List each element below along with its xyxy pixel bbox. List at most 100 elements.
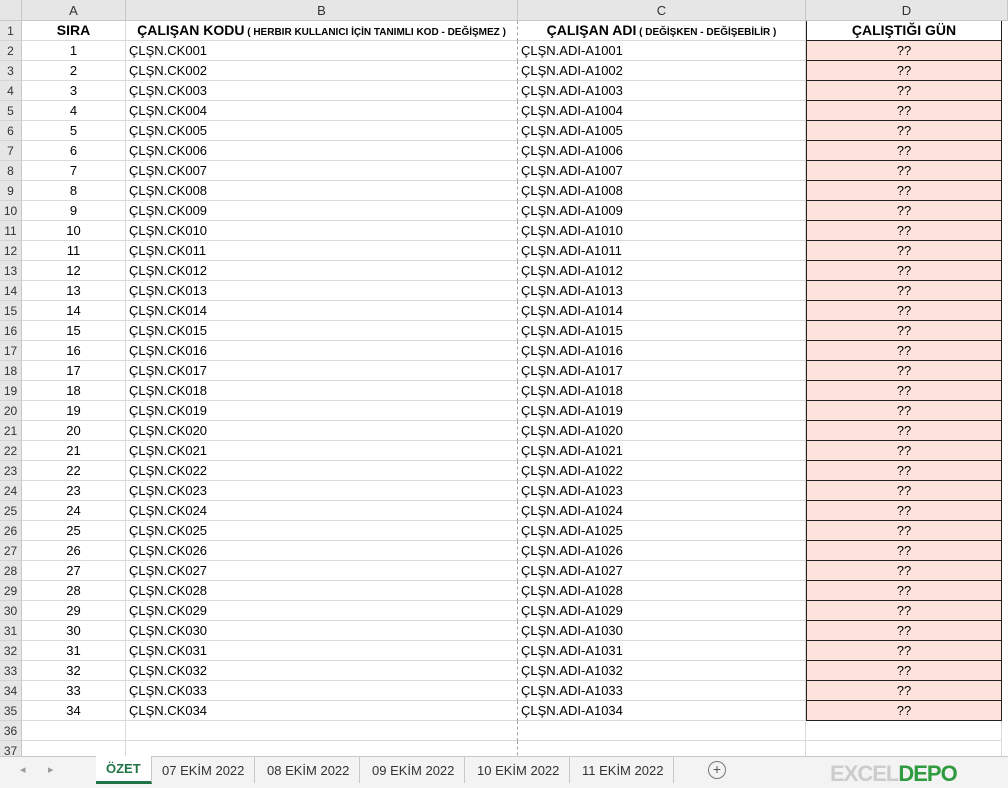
row-number[interactable]: 24 [0,481,22,501]
cell-sira[interactable]: 32 [22,661,126,681]
cell-calisan-adi[interactable]: ÇLŞN.ADI-A1008 [518,181,806,201]
column-header-d[interactable]: D [806,0,1008,21]
empty-cell[interactable] [518,721,806,741]
cell-sira[interactable]: 13 [22,281,126,301]
cell-calisan-kodu[interactable]: ÇLŞN.CK024 [126,501,518,521]
header-sira[interactable]: SIRA [22,21,126,41]
cell-calistigi-gun[interactable]: ?? [806,461,1002,481]
cell-calisan-kodu[interactable]: ÇLŞN.CK026 [126,541,518,561]
cell-calistigi-gun[interactable]: ?? [806,141,1002,161]
row-number[interactable]: 36 [0,721,22,741]
cell-sira[interactable]: 30 [22,621,126,641]
cell-calisan-adi[interactable]: ÇLŞN.ADI-A1030 [518,621,806,641]
cell-calistigi-gun[interactable]: ?? [806,401,1002,421]
cell-sira[interactable]: 23 [22,481,126,501]
cell-calisan-kodu[interactable]: ÇLŞN.CK028 [126,581,518,601]
header-calistigi-gun[interactable]: ÇALIŞTIĞI GÜN [806,21,1002,41]
row-number[interactable]: 27 [0,541,22,561]
cell-calistigi-gun[interactable]: ?? [806,61,1002,81]
cell-calistigi-gun[interactable]: ?? [806,561,1002,581]
cell-calistigi-gun[interactable]: ?? [806,421,1002,441]
row-number[interactable]: 22 [0,441,22,461]
cell-calisan-adi[interactable]: ÇLŞN.ADI-A1010 [518,221,806,241]
cell-calisan-adi[interactable]: ÇLŞN.ADI-A1024 [518,501,806,521]
cell-calisan-adi[interactable]: ÇLŞN.ADI-A1013 [518,281,806,301]
row-number[interactable]: 11 [0,221,22,241]
cell-sira[interactable]: 14 [22,301,126,321]
row-number[interactable]: 29 [0,581,22,601]
cell-calisan-kodu[interactable]: ÇLŞN.CK031 [126,641,518,661]
cell-calisan-kodu[interactable]: ÇLŞN.CK023 [126,481,518,501]
cell-calisan-kodu[interactable]: ÇLŞN.CK029 [126,601,518,621]
cell-calisan-adi[interactable]: ÇLŞN.ADI-A1003 [518,81,806,101]
cell-sira[interactable]: 4 [22,101,126,121]
cell-calistigi-gun[interactable]: ?? [806,441,1002,461]
row-number[interactable]: 34 [0,681,22,701]
cell-calisan-adi[interactable]: ÇLŞN.ADI-A1019 [518,401,806,421]
cell-calisan-kodu[interactable]: ÇLŞN.CK011 [126,241,518,261]
cell-sira[interactable]: 22 [22,461,126,481]
column-header-b[interactable]: B [126,0,518,21]
cell-sira[interactable]: 19 [22,401,126,421]
cell-calisan-adi[interactable]: ÇLŞN.ADI-A1015 [518,321,806,341]
cell-calisan-kodu[interactable]: ÇLŞN.CK015 [126,321,518,341]
cell-calistigi-gun[interactable]: ?? [806,521,1002,541]
cell-calistigi-gun[interactable]: ?? [806,481,1002,501]
row-number[interactable]: 10 [0,201,22,221]
cell-sira[interactable]: 28 [22,581,126,601]
cell-calistigi-gun[interactable]: ?? [806,341,1002,361]
row-number[interactable]: 1 [0,21,22,41]
cell-calistigi-gun[interactable]: ?? [806,241,1002,261]
cell-sira[interactable]: 16 [22,341,126,361]
cell-sira[interactable]: 9 [22,201,126,221]
cell-calisan-kodu[interactable]: ÇLŞN.CK033 [126,681,518,701]
cell-calistigi-gun[interactable]: ?? [806,201,1002,221]
cell-calisan-adi[interactable]: ÇLŞN.ADI-A1001 [518,41,806,61]
cell-sira[interactable]: 10 [22,221,126,241]
row-number[interactable]: 23 [0,461,22,481]
cell-calistigi-gun[interactable]: ?? [806,301,1002,321]
cell-sira[interactable]: 8 [22,181,126,201]
cell-calistigi-gun[interactable]: ?? [806,281,1002,301]
cell-calisan-kodu[interactable]: ÇLŞN.CK007 [126,161,518,181]
column-header-c[interactable]: C [518,0,806,21]
cell-calisan-kodu[interactable]: ÇLŞN.CK004 [126,101,518,121]
cell-calisan-kodu[interactable]: ÇLŞN.CK034 [126,701,518,721]
row-number[interactable]: 25 [0,501,22,521]
cell-calisan-kodu[interactable]: ÇLŞN.CK014 [126,301,518,321]
column-header-a[interactable]: A [22,0,126,21]
cell-calistigi-gun[interactable]: ?? [806,41,1002,61]
cell-calisan-kodu[interactable]: ÇLŞN.CK009 [126,201,518,221]
cell-calistigi-gun[interactable]: ?? [806,701,1002,721]
empty-cell[interactable] [806,721,1002,741]
cell-sira[interactable]: 17 [22,361,126,381]
cell-sira[interactable]: 29 [22,601,126,621]
cell-calisan-adi[interactable]: ÇLŞN.ADI-A1027 [518,561,806,581]
cell-sira[interactable]: 6 [22,141,126,161]
cell-calistigi-gun[interactable]: ?? [806,221,1002,241]
row-number[interactable]: 15 [0,301,22,321]
cell-calisan-adi[interactable]: ÇLŞN.ADI-A1020 [518,421,806,441]
select-all-corner[interactable] [0,0,22,21]
row-number[interactable]: 20 [0,401,22,421]
cell-sira[interactable]: 15 [22,321,126,341]
row-number[interactable]: 30 [0,601,22,621]
cell-calisan-adi[interactable]: ÇLŞN.ADI-A1007 [518,161,806,181]
cell-sira[interactable]: 25 [22,521,126,541]
row-number[interactable]: 12 [0,241,22,261]
cell-calistigi-gun[interactable]: ?? [806,661,1002,681]
row-number[interactable]: 8 [0,161,22,181]
cell-calistigi-gun[interactable]: ?? [806,321,1002,341]
header-calisan-kodu[interactable]: ÇALIŞAN KODU ( HERBIR KULLANICI İÇİN TAN… [126,21,518,41]
cell-calistigi-gun[interactable]: ?? [806,621,1002,641]
row-number[interactable]: 9 [0,181,22,201]
cell-calistigi-gun[interactable]: ?? [806,501,1002,521]
cell-sira[interactable]: 31 [22,641,126,661]
row-number[interactable]: 13 [0,261,22,281]
cell-sira[interactable]: 2 [22,61,126,81]
cell-calisan-kodu[interactable]: ÇLŞN.CK021 [126,441,518,461]
empty-cell[interactable] [22,721,126,741]
row-number[interactable]: 35 [0,701,22,721]
cell-sira[interactable]: 33 [22,681,126,701]
cell-sira[interactable]: 7 [22,161,126,181]
